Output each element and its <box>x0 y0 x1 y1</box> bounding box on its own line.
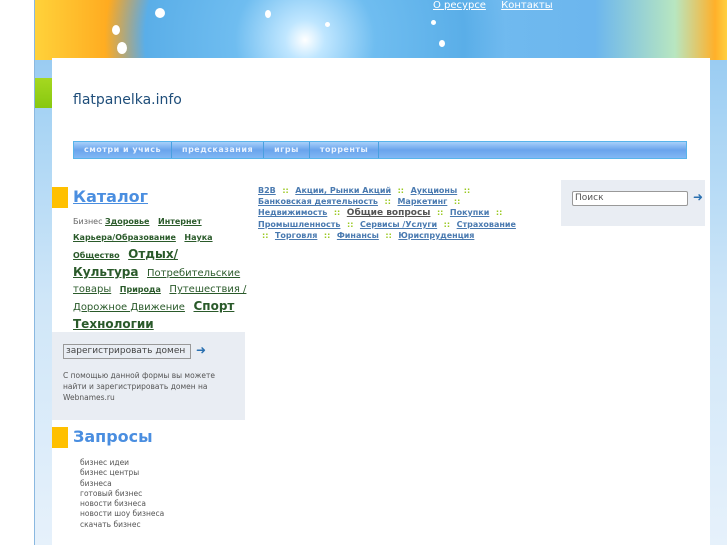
separator: :: <box>323 231 331 240</box>
catalog-link[interactable]: Общество <box>73 251 120 260</box>
category-link[interactable]: Финансы <box>337 231 379 240</box>
separator: :: <box>495 208 503 217</box>
top-links: О ресурсе Контакты <box>433 0 565 11</box>
query-item[interactable]: бизнеса <box>80 479 164 489</box>
category-link[interactable]: Торговля <box>275 231 317 240</box>
catalog-tags: Бизнес Здоровье Интернет Карьера/Образов… <box>73 214 249 334</box>
queries-heading: Запросы <box>73 427 153 446</box>
category-link[interactable]: Акции, Рынки Акций <box>295 186 391 195</box>
category-link[interactable]: Юриспруденция <box>398 231 474 240</box>
catalog-label: Бизнес <box>73 217 103 226</box>
about-link[interactable]: О ресурсе <box>433 0 486 11</box>
separator: :: <box>436 208 444 217</box>
query-item[interactable]: бизнес идеи <box>80 458 164 468</box>
category-link[interactable]: Недвижимость <box>258 208 327 217</box>
search-input[interactable]: Поиск <box>572 191 688 206</box>
query-item[interactable]: готовый бизнес <box>80 489 164 499</box>
category-link[interactable]: Банковская деятельность <box>258 197 378 206</box>
separator: :: <box>463 186 471 195</box>
catalog-link[interactable]: Природа <box>120 285 161 294</box>
arrow-right-icon[interactable]: ➜ <box>196 343 206 357</box>
menu-item[interactable]: игры <box>264 142 310 158</box>
decor-strip <box>35 78 52 108</box>
separator: :: <box>262 231 269 240</box>
register-domain-input[interactable]: зарегистрировать домен <box>63 344 191 359</box>
catalog-link[interactable]: Наука <box>184 233 212 242</box>
menu-item[interactable]: смотри и учись <box>74 142 173 158</box>
separator: :: <box>333 208 341 217</box>
site-title: flatpanelka.info <box>73 92 182 108</box>
category-link[interactable]: Промышленность <box>258 220 340 229</box>
catalog-link[interactable]: Технологии <box>73 317 154 331</box>
query-item[interactable]: новости бизнеса <box>80 499 164 509</box>
main-menu: смотри и учись предсказания игры торрент… <box>73 141 687 159</box>
section-marker <box>52 187 68 208</box>
section-marker <box>52 427 68 448</box>
separator: :: <box>385 231 392 240</box>
separator: :: <box>453 197 461 206</box>
register-domain-box: зарегистрировать домен ➜ С помощью данно… <box>52 332 245 420</box>
header-banner <box>35 0 727 60</box>
query-item[interactable]: новости шоу бизнеса <box>80 509 164 519</box>
search-box: Поиск ➜ <box>561 180 705 226</box>
catalog-link[interactable]: Интернет <box>158 217 202 226</box>
separator: :: <box>443 220 451 229</box>
query-item[interactable]: скачать бизнес <box>80 520 164 530</box>
separator: :: <box>384 197 391 206</box>
register-note: С помощью данной формы вы можете найти и… <box>63 371 216 402</box>
catalog-link[interactable]: Здоровье <box>105 217 149 226</box>
category-link[interactable]: Аукционы <box>411 186 458 195</box>
queries-list: бизнес идеи бизнес центры бизнеса готовы… <box>80 458 164 530</box>
menu-item[interactable]: торренты <box>310 142 380 158</box>
catalog-link[interactable]: Карьера/Образование <box>73 233 176 242</box>
category-link[interactable]: B2B <box>258 186 276 195</box>
separator: :: <box>282 186 289 195</box>
catalog-heading[interactable]: Каталог <box>73 187 148 206</box>
category-link[interactable]: Общие вопросы <box>347 208 431 218</box>
separator: :: <box>397 186 405 195</box>
category-link[interactable]: Покупки <box>450 208 489 217</box>
menu-item[interactable]: предсказания <box>172 142 265 158</box>
category-link[interactable]: Страхование <box>457 220 516 229</box>
content-panel: flatpanelka.info смотри и учись предсказ… <box>52 58 710 545</box>
catalog-link[interactable]: Спорт <box>194 299 235 313</box>
arrow-right-icon[interactable]: ➜ <box>693 190 703 204</box>
category-link[interactable]: Маркетинг <box>397 197 447 206</box>
separator: :: <box>347 220 354 229</box>
category-links: B2B :: Акции, Рынки Акций :: Аукционы ::… <box>258 185 528 241</box>
query-item[interactable]: бизнес центры <box>80 468 164 478</box>
contacts-link[interactable]: Контакты <box>501 0 552 11</box>
category-link[interactable]: Сервисы /Услуги <box>360 220 437 229</box>
